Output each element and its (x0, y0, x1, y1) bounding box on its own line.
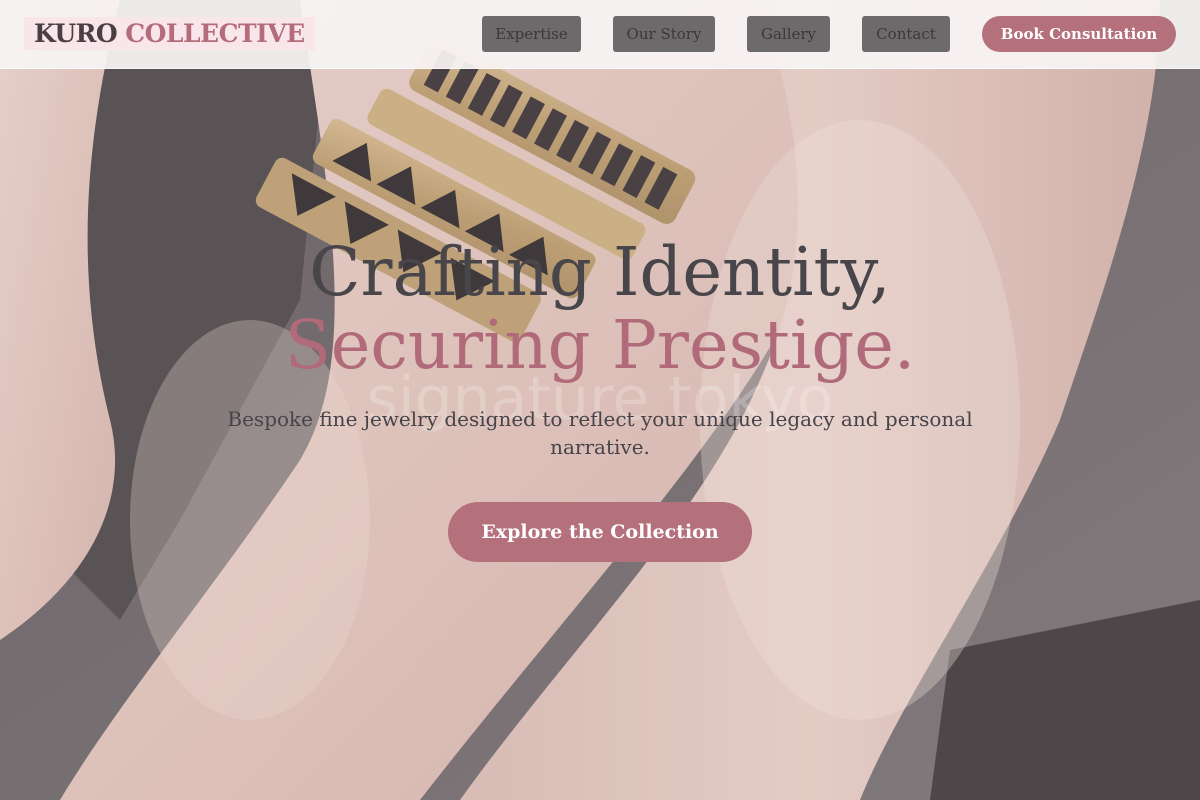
nav-link-contact[interactable]: Contact (862, 16, 950, 52)
top-navbar: KURO COLLECTIVE Expertise Our Story Gall… (0, 0, 1200, 69)
nav-link-our-story[interactable]: Our Story (613, 16, 715, 52)
nav-link-expertise[interactable]: Expertise (482, 16, 581, 52)
brand-logo-part2: COLLECTIVE (125, 19, 305, 48)
explore-collection-button[interactable]: Explore the Collection (448, 502, 752, 562)
hero-subtext: Bespoke fine jewelry designed to reflect… (227, 407, 973, 459)
nav-link-gallery[interactable]: Gallery (747, 16, 830, 52)
brand-logo-part1: KURO (34, 19, 118, 48)
hero-headline-line1: Crafting Identity, (309, 233, 891, 311)
book-consultation-button[interactable]: Book Consultation (982, 16, 1176, 52)
brand-logo[interactable]: KURO COLLECTIVE (24, 17, 315, 50)
